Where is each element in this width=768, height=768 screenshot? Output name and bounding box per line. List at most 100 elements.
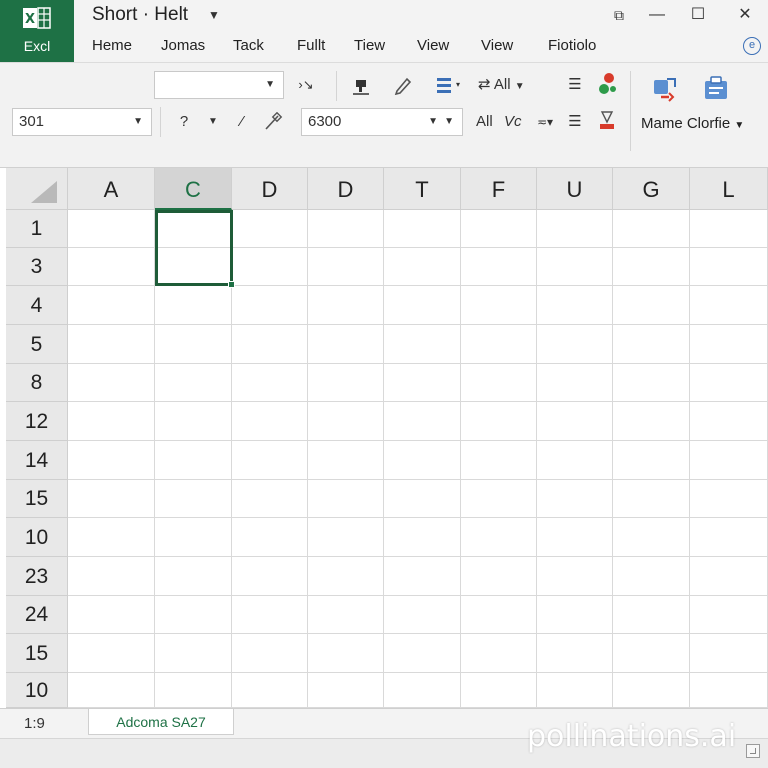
grid-cell[interactable] — [613, 402, 690, 441]
grid-cell[interactable] — [68, 402, 155, 441]
grid-cell[interactable] — [384, 673, 461, 708]
column-header[interactable]: G — [613, 168, 690, 210]
grid-cell[interactable] — [384, 480, 461, 518]
grid-cell[interactable] — [308, 248, 384, 286]
tab-view[interactable]: View — [417, 37, 449, 54]
grid-cell[interactable] — [232, 518, 308, 557]
grid-cell[interactable] — [613, 518, 690, 557]
resize-grip-icon[interactable] — [746, 744, 760, 758]
grid-cell[interactable] — [461, 596, 537, 634]
close-button[interactable]: ✕ — [730, 3, 760, 27]
grid-cell[interactable] — [232, 325, 308, 364]
grid-cell[interactable] — [308, 596, 384, 634]
grid-cell[interactable] — [384, 364, 461, 402]
clear-format-icon[interactable] — [594, 108, 620, 132]
question-button[interactable]: ? — [172, 110, 196, 134]
grid-cell[interactable] — [461, 248, 537, 286]
grid-cell[interactable] — [155, 441, 232, 480]
grid-cell[interactable] — [68, 441, 155, 480]
tab-heme[interactable]: Heme — [92, 37, 132, 54]
grid-cell[interactable] — [537, 325, 613, 364]
tab-tiew[interactable]: Tiew — [354, 37, 385, 54]
name-profile-button[interactable]: Mame Clorfie ▼ — [641, 115, 744, 132]
grid-cell[interactable] — [613, 364, 690, 402]
grid-cell[interactable] — [461, 364, 537, 402]
grid-cell[interactable] — [384, 325, 461, 364]
spreadsheet-grid[interactable]: ACDDTFUGL 1 3 4 5 8 12 14 15 10 23 24 15 10 — [0, 168, 768, 708]
row-header[interactable]: 8 — [6, 364, 68, 402]
grid-cell[interactable] — [384, 634, 461, 673]
grid-cell[interactable] — [155, 557, 232, 596]
grid-cell[interactable] — [68, 518, 155, 557]
select-all-corner[interactable] — [6, 168, 68, 210]
column-header[interactable]: D — [232, 168, 308, 210]
sort-dropdown-icon[interactable]: ≂▾ — [532, 110, 558, 134]
grid-cell[interactable] — [537, 441, 613, 480]
grid-cell[interactable] — [461, 673, 537, 708]
row-header[interactable]: 15 — [6, 634, 68, 673]
grid-cell[interactable] — [384, 518, 461, 557]
grid-cell[interactable] — [232, 673, 308, 708]
grid-cell[interactable] — [232, 210, 308, 248]
grid-cell[interactable] — [384, 210, 461, 248]
grid-cell[interactable] — [68, 557, 155, 596]
grid-cell[interactable] — [537, 286, 613, 325]
chevron-down-icon[interactable]: ▼ — [202, 110, 224, 134]
help-icon[interactable]: e — [743, 37, 761, 55]
grid-cell[interactable] — [613, 248, 690, 286]
grid-cell[interactable] — [461, 286, 537, 325]
row-header[interactable]: 5 — [6, 325, 68, 364]
grid-cell[interactable] — [384, 402, 461, 441]
minimize-button[interactable]: — — [642, 3, 672, 27]
grid-cell[interactable] — [232, 441, 308, 480]
grid-cell[interactable] — [232, 286, 308, 325]
grid-cell[interactable] — [155, 480, 232, 518]
grid-cell[interactable] — [690, 364, 768, 402]
grid-cell[interactable] — [613, 634, 690, 673]
column-header[interactable]: T — [384, 168, 461, 210]
grid-cell[interactable] — [155, 402, 232, 441]
grid-cell[interactable] — [690, 634, 768, 673]
profile-card-icon[interactable] — [698, 71, 734, 107]
grid-cell[interactable] — [68, 248, 155, 286]
grid-cell[interactable] — [308, 210, 384, 248]
grid-cell[interactable] — [461, 480, 537, 518]
grid-cell[interactable] — [613, 286, 690, 325]
grid-cell[interactable] — [308, 364, 384, 402]
grid-cell[interactable] — [537, 480, 613, 518]
row-header[interactable]: 24 — [6, 596, 68, 634]
grid-cell[interactable] — [232, 402, 308, 441]
grid-cell[interactable] — [690, 248, 768, 286]
grid-cell[interactable] — [690, 402, 768, 441]
grid-cell[interactable] — [68, 210, 155, 248]
grid-cell[interactable] — [155, 673, 232, 708]
grid-cell[interactable] — [690, 210, 768, 248]
grid-cell[interactable] — [308, 480, 384, 518]
active-cell[interactable] — [155, 210, 235, 288]
grid-cell[interactable] — [537, 364, 613, 402]
grid-cell[interactable] — [537, 248, 613, 286]
grid-cell[interactable] — [308, 673, 384, 708]
grid-cell[interactable] — [690, 441, 768, 480]
tab-tack[interactable]: Tack — [233, 37, 264, 54]
grid-cell[interactable] — [537, 557, 613, 596]
grid-cell[interactable] — [537, 210, 613, 248]
grid-cell[interactable] — [690, 325, 768, 364]
row-header[interactable]: 3 — [6, 248, 68, 286]
bullet-list-icon-2[interactable]: ☰ — [564, 110, 586, 134]
font-size-dropdown[interactable]: 301 ▼ — [12, 108, 152, 136]
paint-format-icon[interactable] — [346, 73, 376, 97]
list-format-icon[interactable]: ▾ — [432, 73, 464, 97]
grid-cell[interactable] — [308, 325, 384, 364]
column-header[interactable]: L — [690, 168, 768, 210]
shrink-font-icon[interactable]: ›↘ — [286, 73, 326, 97]
fill-handle[interactable] — [228, 281, 235, 288]
column-header[interactable]: A — [68, 168, 155, 210]
column-header[interactable]: D — [308, 168, 384, 210]
grid-cell[interactable] — [232, 480, 308, 518]
grid-cell[interactable] — [613, 441, 690, 480]
grid-cell[interactable] — [155, 518, 232, 557]
grid-cell[interactable] — [613, 557, 690, 596]
grid-cell[interactable] — [308, 441, 384, 480]
tab-view-2[interactable]: View — [481, 37, 513, 54]
